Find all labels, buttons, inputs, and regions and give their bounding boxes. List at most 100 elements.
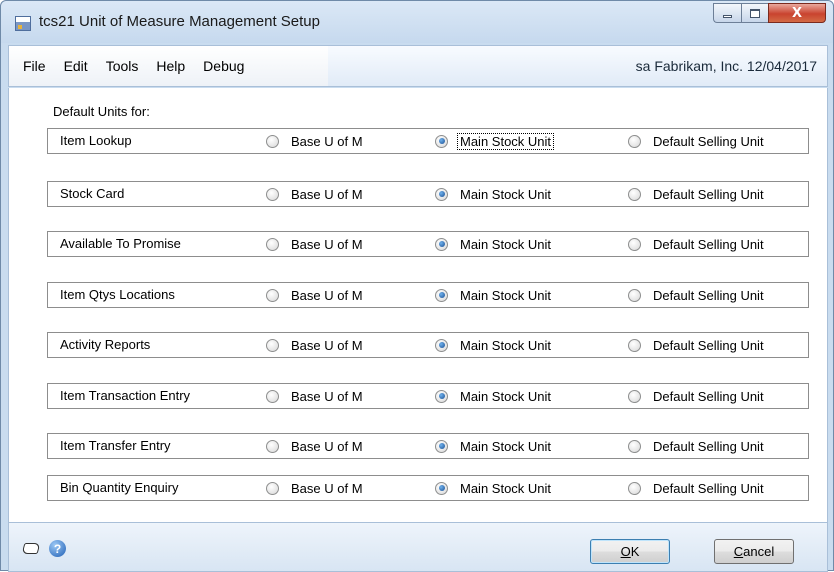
radio-unselected-icon[interactable] [628,389,641,403]
radio-option[interactable]: Main Stock Unit [435,132,555,150]
radio-option[interactable]: Main Stock Unit [435,336,553,354]
title-bar[interactable]: tcs21 Unit of Measure Management Setup X [1,1,833,43]
unit-row: Bin Quantity Enquiry Base U of M Main Stoc… [47,475,809,501]
row-label: Stock Card [60,186,125,201]
radio-option[interactable]: Base U of M [266,437,365,455]
app-icon [15,16,31,31]
radio-option[interactable]: Default Selling Unit [628,185,766,203]
radio-selected-icon[interactable] [435,134,448,148]
cancel-button[interactable]: Cancel [714,539,794,564]
radio-option[interactable]: Default Selling Unit [628,235,766,253]
menu-items: File Edit Tools Help Debug [9,46,328,86]
radio-unselected-icon[interactable] [266,134,279,148]
radio-unselected-icon[interactable] [628,481,641,495]
radio-option[interactable]: Default Selling Unit [628,336,766,354]
radio-option[interactable]: Main Stock Unit [435,437,553,455]
radio-option[interactable]: Main Stock Unit [435,235,553,253]
radio-unselected-icon[interactable] [266,187,279,201]
window-controls: X [713,3,826,23]
window-title: tcs21 Unit of Measure Management Setup [39,13,320,30]
radio-unselected-icon[interactable] [628,338,641,352]
radio-option[interactable]: Base U of M [266,479,365,497]
option-label: Main Stock Unit [460,388,552,404]
option-label: Default Selling Unit [653,133,764,149]
cancel-rest: ancel [743,544,775,559]
radio-option[interactable]: Main Stock Unit [435,286,553,304]
radio-unselected-icon[interactable] [628,187,641,201]
row-label: Item Lookup [60,133,132,148]
user-company-date: sa Fabrikam, Inc. 12/04/2017 [635,58,817,74]
radio-option[interactable]: Default Selling Unit [628,479,766,497]
radio-option[interactable]: Default Selling Unit [628,286,766,304]
close-button[interactable]: X [768,3,826,23]
maximize-icon [750,8,760,18]
ok-accel: O [620,544,631,559]
radio-option[interactable]: Default Selling Unit [628,437,766,455]
radio-selected-icon[interactable] [435,237,448,251]
radio-selected-icon[interactable] [435,481,448,495]
maximize-button[interactable] [741,3,768,23]
radio-unselected-icon[interactable] [266,237,279,251]
ok-button[interactable]: OK [590,539,670,564]
radio-selected-icon[interactable] [435,338,448,352]
radio-dot [438,443,445,449]
radio-option[interactable]: Default Selling Unit [628,387,766,405]
radio-unselected-icon[interactable] [628,237,641,251]
section-label: Default Units for: [53,104,150,119]
option-label: Main Stock Unit [460,337,552,353]
radio-unselected-icon[interactable] [628,134,641,148]
note-icon[interactable] [21,543,41,554]
radio-option[interactable]: Base U of M [266,286,365,304]
minimize-button[interactable] [713,3,741,23]
radio-option[interactable]: Base U of M [266,185,365,203]
ok-rest: K [630,544,640,559]
radio-option[interactable]: Main Stock Unit [435,479,553,497]
option-label: Base U of M [291,388,363,404]
unit-row: Item Qtys Locations Base U of M Main Stock… [47,282,809,308]
option-label: Main Stock Unit [460,480,552,496]
radio-unselected-icon[interactable] [266,288,279,302]
option-label: Default Selling Unit [653,438,764,454]
unit-row: Stock Card Base U of M Main Stock Unit Defa… [47,181,809,207]
radio-option[interactable]: Base U of M [266,387,365,405]
radio-unselected-icon[interactable] [266,439,279,453]
radio-dot [438,191,445,197]
row-label: Available To Promise [60,236,181,251]
menu-help[interactable]: Help [147,58,194,74]
option-label: Main Stock Unit [460,438,552,454]
radio-dot [438,241,445,247]
radio-unselected-icon[interactable] [266,481,279,495]
radio-selected-icon[interactable] [435,288,448,302]
radio-dot [438,292,445,298]
footer-bar: ? OK Cancel [8,522,828,572]
menu-edit[interactable]: Edit [55,58,97,74]
radio-option[interactable]: Base U of M [266,235,365,253]
help-icon[interactable]: ? [49,540,66,557]
row-label: Item Transfer Entry [60,438,171,453]
radio-option[interactable]: Base U of M [266,132,365,150]
option-label: Base U of M [291,438,363,454]
row-label: Item Transaction Entry [60,388,191,403]
minimize-icon [723,15,732,18]
radio-option[interactable]: Base U of M [266,336,365,354]
menu-file[interactable]: File [14,58,55,74]
radio-unselected-icon[interactable] [266,389,279,403]
option-label: Default Selling Unit [653,287,764,303]
radio-selected-icon[interactable] [435,439,448,453]
option-label: Base U of M [291,236,363,252]
radio-unselected-icon[interactable] [266,338,279,352]
option-label: Base U of M [291,287,363,303]
radio-option[interactable]: Default Selling Unit [628,132,766,150]
menu-debug[interactable]: Debug [194,58,253,74]
radio-selected-icon[interactable] [435,187,448,201]
menu-tools[interactable]: Tools [97,58,148,74]
option-label: Main Stock Unit [456,132,555,150]
radio-selected-icon[interactable] [435,389,448,403]
radio-option[interactable]: Main Stock Unit [435,185,553,203]
radio-unselected-icon[interactable] [628,288,641,302]
radio-option[interactable]: Main Stock Unit [435,387,553,405]
radio-unselected-icon[interactable] [628,439,641,453]
option-label: Base U of M [291,480,363,496]
row-label: Item Qtys Locations [60,287,175,302]
option-label: Base U of M [291,186,363,202]
